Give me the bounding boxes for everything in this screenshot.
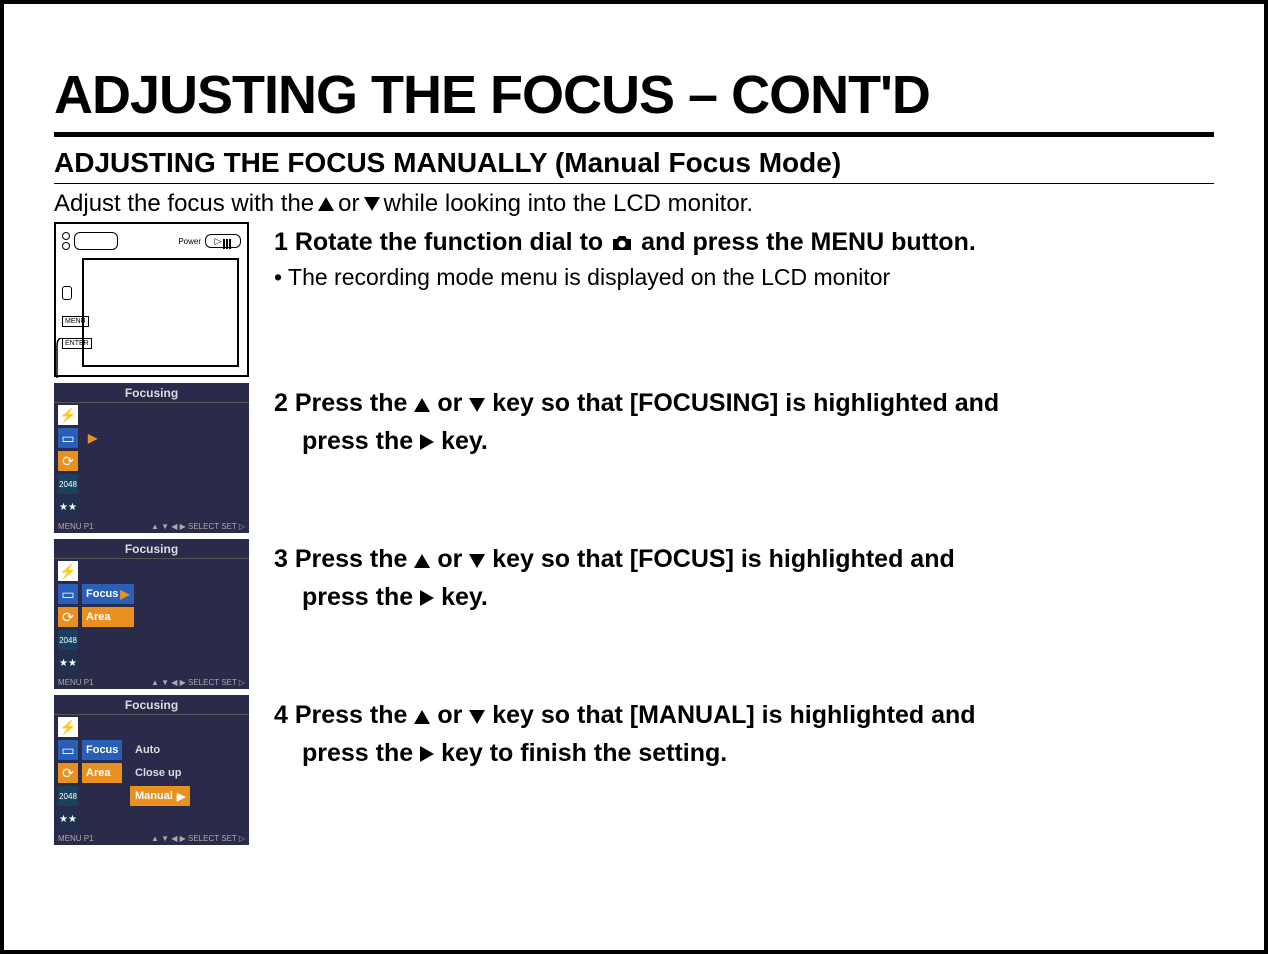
step1-text: 1 Rotate the function dial to and press … [274, 222, 1214, 291]
triangle-right-icon [420, 580, 434, 618]
camera-screen-outline [82, 258, 239, 367]
size-icon: 2048 [58, 786, 78, 806]
quality-icon: ★★ [58, 497, 78, 517]
triangle-up-icon [414, 386, 430, 424]
triangle-up-icon [414, 542, 430, 580]
triangle-down-icon [469, 386, 485, 424]
lcd3-title: Focusing [54, 695, 249, 715]
lcd3-focus-row: Focus [82, 740, 122, 760]
step4-l2-pre: press the [302, 739, 420, 767]
camera-figure: Power ▷ MENU ENTER [54, 222, 254, 377]
step3-text: 3 Press the or key so that [FOCUS] is hi… [274, 539, 1214, 617]
lcd1-footer-left: MENU P1 [58, 522, 94, 531]
subtitle-underline [54, 183, 1214, 184]
lcd2-title: Focusing [54, 539, 249, 559]
timer-icon: ⟳ [58, 763, 78, 783]
lcd-figure-3: Focusing ⚡ ▭ ⟳ 2048 ★★ Focus Area Auto C… [54, 695, 254, 845]
timer-icon: ⟳ [58, 451, 78, 471]
triangle-right-icon [420, 736, 434, 774]
focus-frame-icon: ▭ [58, 584, 78, 604]
step2-text: 2 Press the or key so that [FOCUSING] is… [274, 383, 1214, 461]
lcd1-title: Focusing [54, 383, 249, 403]
camera-mode-icon [610, 233, 634, 253]
lcd3-opt-auto: Auto [130, 740, 190, 760]
step4-l2-post: key to finish the setting. [441, 739, 727, 767]
step3-row: Focusing ⚡ ▭ ⟳ 2048 ★★ Focus▶ Area MENU … [54, 539, 1214, 689]
intro-pre: Adjust the focus with the [54, 190, 314, 218]
flash-icon: ⚡ [58, 561, 78, 581]
step1-bold-pre: 1 Rotate the function dial to [274, 228, 610, 256]
step2-l2-post: key. [441, 427, 488, 455]
triangle-right-icon [420, 424, 434, 462]
triangle-down-icon [364, 190, 380, 218]
lcd-screen-3: Focusing ⚡ ▭ ⟳ 2048 ★★ Focus Area Auto C… [54, 695, 249, 845]
lcd-figure-1: Focusing ⚡ ▭ ⟳ 2048 ★★ ▶ MENU P1 ▲ ▼ ◀ ▶… [54, 383, 254, 533]
focus-frame-icon: ▭ [58, 428, 78, 448]
step2-l2-pre: press the [302, 427, 420, 455]
lcd1-footer-right: ▲ ▼ ◀ ▶ SELECT SET ▷ [151, 522, 245, 531]
intro-mid: or [338, 190, 359, 218]
intro-text: Adjust the focus with the or while looki… [54, 190, 1214, 218]
step2-l1-mid: or [437, 389, 469, 417]
lcd-screen-2: Focusing ⚡ ▭ ⟳ 2048 ★★ Focus▶ Area MENU … [54, 539, 249, 689]
focus-frame-icon: ▭ [58, 740, 78, 760]
step2-l1-pre: 2 Press the [274, 389, 414, 417]
lcd2-footer-left: MENU P1 [58, 678, 94, 687]
step3-l1-pre: 3 Press the [274, 545, 414, 573]
lcd3-area-row: Area [82, 763, 122, 783]
triangle-down-icon [469, 542, 485, 580]
step2-row: Focusing ⚡ ▭ ⟳ 2048 ★★ ▶ MENU P1 ▲ ▼ ◀ ▶… [54, 383, 1214, 533]
triangle-down-icon [469, 698, 485, 736]
step3-l1-post: key so that [FOCUS] is highlighted and [492, 545, 955, 573]
lcd-figure-2: Focusing ⚡ ▭ ⟳ 2048 ★★ Focus▶ Area MENU … [54, 539, 254, 689]
section-subtitle: ADJUSTING THE FOCUS MANUALLY (Manual Foc… [54, 147, 1214, 179]
lcd3-footer-right: ▲ ▼ ◀ ▶ SELECT SET ▷ [151, 834, 245, 843]
lcd1-row2: ▶ [82, 428, 101, 448]
lcd2-footer-right: ▲ ▼ ◀ ▶ SELECT SET ▷ [151, 678, 245, 687]
step4-l1-post: key so that [MANUAL] is highlighted and [492, 701, 975, 729]
flash-icon: ⚡ [58, 405, 78, 425]
timer-icon: ⟳ [58, 607, 78, 627]
page-title: ADJUSTING THE FOCUS – CONT'D [54, 64, 1214, 126]
quality-icon: ★★ [58, 809, 78, 829]
step1-bold-post: and press the MENU button. [641, 228, 976, 256]
power-label: Power [178, 237, 201, 246]
step3-l2-post: key. [441, 583, 488, 611]
triangle-up-icon [414, 698, 430, 736]
side-button-icon [62, 286, 72, 300]
step3-l1-mid: or [437, 545, 469, 573]
lcd3-opt-closeup: Close up [130, 763, 190, 783]
step4-l1-mid: or [437, 701, 469, 729]
step4-row: Focusing ⚡ ▭ ⟳ 2048 ★★ Focus Area Auto C… [54, 695, 1214, 845]
step1-row: Power ▷ MENU ENTER 1 Rotate the function… [54, 222, 1214, 377]
lcd-screen-1: Focusing ⚡ ▭ ⟳ 2048 ★★ ▶ MENU P1 ▲ ▼ ◀ ▶… [54, 383, 249, 533]
title-underline [54, 132, 1214, 137]
lcd3-opt-manual: Manual▶ [130, 786, 190, 806]
quality-icon: ★★ [58, 653, 78, 673]
size-icon: 2048 [58, 474, 78, 494]
triangle-up-icon [318, 190, 334, 218]
intro-post: while looking into the LCD monitor. [384, 190, 754, 218]
step4-text: 4 Press the or key so that [MANUAL] is h… [274, 695, 1214, 773]
step3-l2-pre: press the [302, 583, 420, 611]
lcd2-area-row: Area [82, 607, 134, 627]
manual-page: ADJUSTING THE FOCUS – CONT'D ADJUSTING T… [0, 0, 1268, 954]
size-icon: 2048 [58, 630, 78, 650]
lcd2-focus-row: Focus▶ [82, 584, 134, 604]
camera-diagram: Power ▷ MENU ENTER [54, 222, 249, 377]
lcd3-footer-left: MENU P1 [58, 834, 94, 843]
step2-l1-post: key so that [FOCUSING] is highlighted an… [492, 389, 999, 417]
flash-icon: ⚡ [58, 717, 78, 737]
step1-note: • The recording mode menu is displayed o… [274, 264, 1214, 291]
step4-l1-pre: 4 Press the [274, 701, 414, 729]
